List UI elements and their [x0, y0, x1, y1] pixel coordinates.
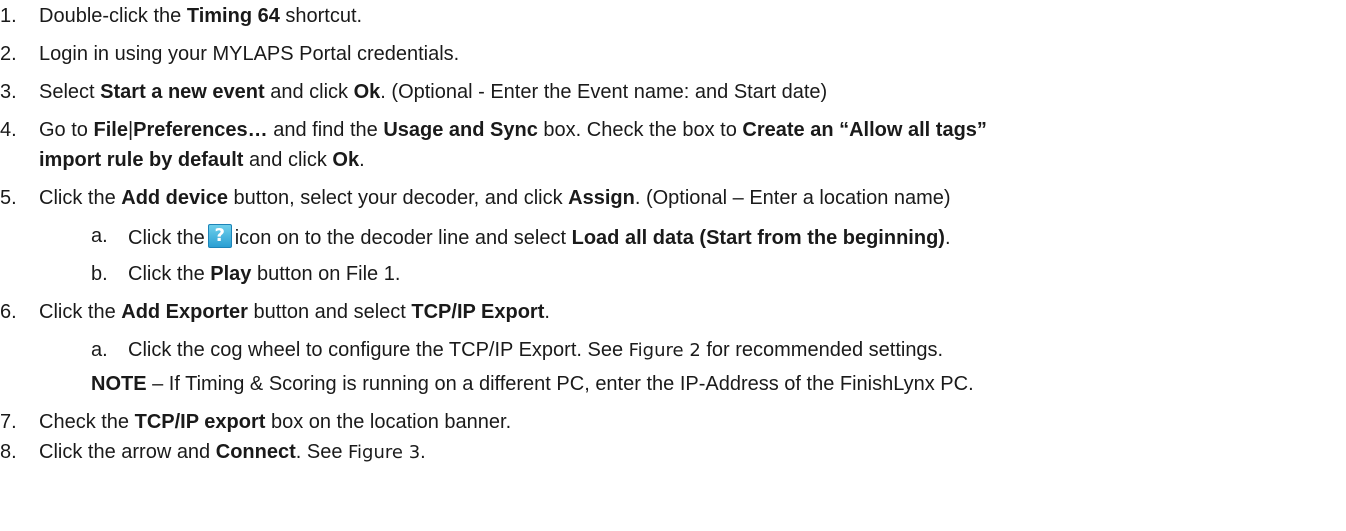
step-text: Click the Play button on File 1. [128, 262, 400, 286]
step-text: Double-click the Timing 64 shortcut. [39, 4, 362, 28]
text-segment: box on the location banner. [265, 411, 512, 433]
text-segment: Click the [39, 187, 122, 209]
instruction-document: 1. Double-click the Timing 64 shortcut. 2.… [0, 0, 1346, 531]
bold-term: Preferences… [133, 119, 268, 141]
text-segment: button, select your decoder, and click [227, 187, 569, 209]
step-number: 4. [0, 119, 17, 141]
bold-term: Add device [121, 187, 228, 209]
bold-term: File [93, 119, 128, 141]
bold-term: Play [210, 263, 252, 285]
bold-term: Ok [332, 149, 360, 171]
text-segment: button on File 1. [251, 263, 401, 285]
figure-reference: Figure 3 [348, 442, 421, 463]
bold-term: import rule by default [39, 149, 244, 171]
text-segment: button and select [247, 301, 412, 323]
text-segment: for recommended settings. [700, 339, 944, 361]
text-segment: . [944, 227, 951, 249]
step-number: 1. [0, 5, 17, 27]
step-number: 5. [0, 187, 17, 209]
step-text: Check the TCP/IP export box on the locat… [39, 410, 511, 434]
step-text: Click the Add device button, select your… [39, 186, 951, 210]
text-segment: shortcut. [279, 5, 363, 27]
step-text: import rule by default and click Ok. [39, 148, 365, 172]
figure-reference: Figure 2 [628, 340, 701, 361]
step-text: Login in using your MYLAPS Portal creden… [39, 42, 459, 66]
text-segment: Login in using your MYLAPS Portal creden… [39, 43, 460, 65]
text-segment: . See [295, 441, 349, 463]
step-text: Click the Add Exporter button and select… [39, 300, 550, 324]
text-segment: . (Optional – Enter a location name) [634, 187, 951, 209]
step-text: Click the? icon on to the decoder line an… [128, 224, 951, 250]
step-number: 2. [0, 43, 17, 65]
step-text: Click the arrow and Connect. See Figure … [39, 440, 426, 465]
bold-term: Load all data (Start from the beginning) [571, 227, 945, 249]
step-number: 6. [0, 301, 17, 323]
text-segment: Check the [39, 411, 135, 433]
step-text: Go to File|Preferences… and find the Usa… [39, 118, 987, 142]
text-segment: Click the arrow and [39, 441, 216, 463]
step-text: NOTE – If Timing & Scoring is running on… [91, 372, 974, 396]
text-segment: Click the cog wheel to configure the TCP… [128, 339, 629, 361]
bold-term: Add Exporter [121, 301, 248, 323]
bold-term: NOTE [91, 373, 147, 395]
bold-term: TCP/IP export [134, 411, 266, 433]
step-text: Select Start a new event and click Ok. (… [39, 80, 827, 104]
text-segment: Click the [128, 227, 205, 249]
text-segment: . [359, 149, 365, 171]
step-number: 3. [0, 81, 17, 103]
bold-term: Timing 64 [186, 5, 280, 27]
step-number: 7. [0, 411, 17, 433]
text-segment: Select [39, 81, 101, 103]
step-number: a. [91, 339, 108, 361]
text-segment: . [544, 301, 550, 323]
help-icon: ? [207, 224, 232, 248]
step-text: Click the cog wheel to configure the TCP… [128, 338, 943, 363]
text-segment: icon on to the decoder line and select [234, 227, 572, 249]
bold-term: Assign [568, 187, 635, 209]
text-segment: Double-click the [39, 5, 187, 27]
step-number: 8. [0, 441, 17, 463]
bold-term: Ok [353, 81, 381, 103]
text-segment: – If Timing & Scoring is running on a di… [146, 373, 974, 395]
text-segment: box. Check the box to [537, 119, 743, 141]
step-number: b. [91, 263, 108, 285]
step-number: a. [91, 225, 108, 247]
bold-term: Usage and Sync [383, 119, 538, 141]
text-segment: and click [264, 81, 354, 103]
bold-term: Start a new event [100, 81, 265, 103]
text-segment: Click the [39, 301, 122, 323]
text-segment: Go to [39, 119, 94, 141]
text-segment: Click the [128, 263, 211, 285]
bold-term: TCP/IP Export [411, 301, 545, 323]
text-segment: . (Optional - Enter the Event name: and … [380, 81, 828, 103]
bold-term: Create an “Allow all tags” [742, 119, 987, 141]
help-icon-glyph: ? [214, 225, 225, 246]
text-segment: and find the [267, 119, 384, 141]
text-segment: . [420, 441, 426, 463]
bold-term: Connect [215, 441, 296, 463]
text-segment: and click [243, 149, 333, 171]
